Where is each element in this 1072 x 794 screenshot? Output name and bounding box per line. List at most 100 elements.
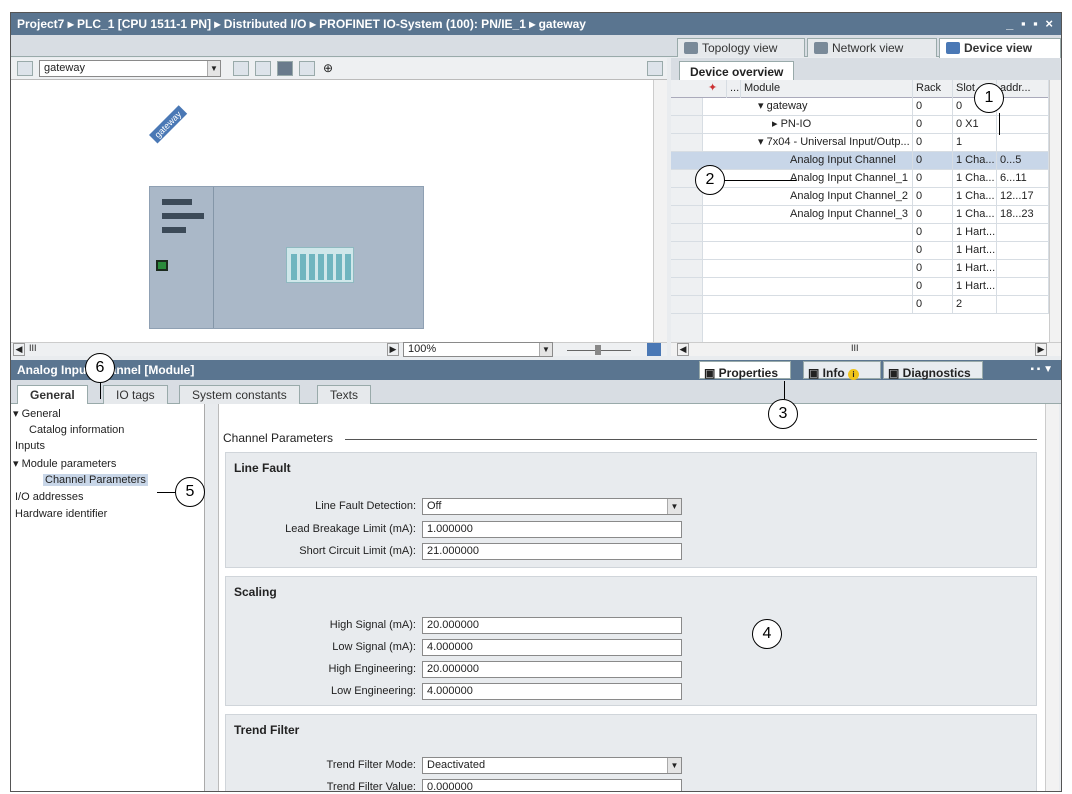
nav-splitter[interactable] [205, 404, 219, 791]
table-row[interactable]: 01 Hart... [671, 224, 1049, 242]
toolbar-icon-2[interactable] [255, 61, 271, 76]
chevron-down-icon: ▼ [207, 61, 220, 76]
nav-catalog-information[interactable]: Catalog information [29, 424, 124, 436]
canvas-vertical-scrollbar[interactable] [653, 80, 667, 342]
scroll-left-icon[interactable]: ◀ [677, 343, 689, 356]
tab-system-constants[interactable]: System constants [179, 385, 300, 404]
filter-icon[interactable]: ✦ [705, 80, 727, 98]
device-overview-table: ✦ ... Module Rack Slot addr... ▾ gateway… [671, 80, 1049, 342]
gateway-device[interactable] [149, 186, 424, 329]
slot-cell: 1 Cha... [953, 206, 997, 224]
nav-general[interactable]: ▾ General [13, 407, 61, 420]
table-row[interactable]: Analog Input Channel 0 1 Cha... 0...5 [671, 152, 1049, 170]
address-cell [997, 224, 1049, 242]
zoom-select[interactable]: 100% ▼ [403, 342, 553, 357]
tab-properties[interactable]: ▣ Properties [699, 361, 791, 380]
tab-texts[interactable]: Texts [317, 385, 372, 404]
table-row[interactable]: 01 Hart... [671, 278, 1049, 296]
address-cell [997, 134, 1049, 152]
field-label: High Engineering: [328, 663, 416, 675]
device-select[interactable]: gateway ▼ [39, 60, 221, 77]
tab-general[interactable]: General [17, 385, 88, 405]
callout-3: 3 [768, 399, 798, 429]
device-canvas[interactable]: gateway [11, 80, 653, 342]
chevron-down-icon: ▼ [667, 758, 681, 773]
nav-inputs[interactable]: Inputs [15, 440, 45, 452]
canvas-scroll-thumb[interactable]: III [29, 343, 49, 353]
module-cell [741, 296, 913, 314]
device-overview-header: Device overview [671, 58, 1061, 81]
callout-1: 1 [974, 83, 1004, 113]
table-row[interactable]: ▾ 7x04 - Universal Input/Outp... 0 1 [671, 134, 1049, 152]
window-controls[interactable]: _ ▪ ▪ × [1006, 13, 1055, 35]
nav-io-addresses[interactable]: I/O addresses [15, 491, 83, 503]
address-cell: 6...11 [997, 170, 1049, 188]
table-row[interactable]: Analog Input Channel_1 0 1 Cha... 6...11 [671, 170, 1049, 188]
table-row[interactable]: 02 [671, 296, 1049, 314]
toolbar-icon-4[interactable] [299, 61, 315, 76]
callout-2: 2 [695, 165, 725, 195]
tab-network-view[interactable]: Network view [807, 38, 937, 57]
slot-cell: 1 Cha... [953, 170, 997, 188]
nav-hardware-identifier[interactable]: Hardware identifier [15, 508, 107, 520]
scroll-right-icon[interactable]: ▶ [387, 343, 399, 356]
low-engineering-input[interactable]: 4.000000 [422, 683, 682, 700]
short-circuit-limit-input[interactable]: 21.000000 [422, 543, 682, 560]
scroll-left-icon[interactable]: ◀ [13, 343, 25, 356]
overview-navigation-icon[interactable] [647, 343, 661, 356]
table-row[interactable]: Analog Input Channel_2 0 1 Cha... 12...17 [671, 188, 1049, 206]
tab-topology-view[interactable]: Topology view [677, 38, 805, 57]
callout-4: 4 [752, 619, 782, 649]
chevron-down-icon: ▼ [667, 499, 681, 514]
table-row[interactable]: 01 Hart... [671, 260, 1049, 278]
panel-toggle-icon[interactable] [647, 61, 663, 76]
overview-horizontal-scrollbar[interactable]: ◀ III ▶ [671, 342, 1061, 356]
nav-channel-parameters[interactable]: Channel Parameters [43, 474, 148, 486]
group-title: Line Fault [234, 461, 291, 475]
trend-filter-value-input[interactable]: 0.000000 [422, 779, 682, 791]
high-engineering-input[interactable]: 20.000000 [422, 661, 682, 678]
field-label: Lead Breakage Limit (mA): [285, 523, 416, 535]
scroll-right-icon[interactable]: ▶ [1035, 343, 1047, 356]
group-title: Trend Filter [234, 723, 300, 737]
toolbar-icon-3[interactable] [277, 61, 293, 76]
inspector-window-controls[interactable]: ▪ ▪ ▼ [1030, 360, 1053, 380]
io-module[interactable] [286, 247, 354, 283]
nav-module-parameters[interactable]: ▾ Module parameters [13, 457, 116, 470]
field-label: Short Circuit Limit (mA): [299, 545, 416, 557]
zoom-slider-handle[interactable] [595, 345, 601, 355]
group-scaling: Scaling High Signal (mA): 20.000000 Low … [225, 576, 1037, 706]
content-vertical-scrollbar[interactable] [1045, 404, 1059, 791]
slot-cell: 1 Hart... [953, 242, 997, 260]
table-row[interactable]: ▸ PN-IO 0 0 X1 [671, 116, 1049, 134]
toolbar-icon-1[interactable] [233, 61, 249, 76]
low-signal-input[interactable]: 4.000000 [422, 639, 682, 656]
overview-vertical-scrollbar[interactable] [1049, 80, 1061, 342]
rack-cell: 0 [913, 170, 953, 188]
chevron-down-icon: ▼ [539, 343, 552, 356]
rack-cell: 0 [913, 152, 953, 170]
device-tree-icon[interactable] [17, 61, 33, 76]
table-row[interactable]: 01 Hart... [671, 242, 1049, 260]
field-label: Line Fault Detection: [315, 500, 416, 512]
line-fault-detection-select[interactable]: Off ▼ [422, 498, 682, 515]
trend-filter-mode-select[interactable]: Deactivated ▼ [422, 757, 682, 774]
tab-info[interactable]: ▣ Info i [803, 361, 881, 380]
profinet-port-icon[interactable] [156, 260, 168, 271]
address-cell [997, 260, 1049, 278]
tab-io-tags[interactable]: IO tags [103, 385, 168, 404]
tab-device-view[interactable]: Device view [939, 38, 1061, 58]
zoom-icon[interactable]: ⊕ [323, 61, 339, 76]
module-cell [741, 242, 913, 260]
lead-breakage-limit-input[interactable]: 1.000000 [422, 521, 682, 538]
group-line-fault: Line Fault Line Fault Detection: Off ▼ Le… [225, 452, 1037, 568]
overview-scroll-thumb[interactable]: III [851, 343, 859, 353]
tab-device-overview[interactable]: Device overview [679, 61, 795, 81]
table-row[interactable]: Analog Input Channel_3 0 1 Cha... 18...23 [671, 206, 1049, 224]
high-signal-input[interactable]: 20.000000 [422, 617, 682, 634]
properties-navigation: ▾ General Catalog information Inputs ▾ M… [11, 404, 205, 791]
module-cell: Analog Input Channel_3 [741, 206, 913, 224]
slot-cell: 1 Hart... [953, 260, 997, 278]
rack-cell: 0 [913, 278, 953, 296]
tab-diagnostics[interactable]: ▣ Diagnostics [883, 361, 983, 380]
